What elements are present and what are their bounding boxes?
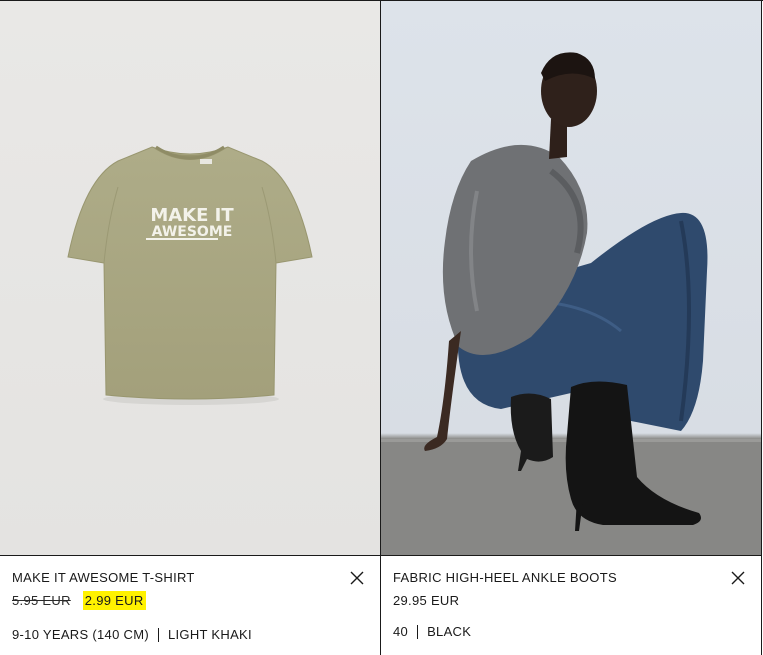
product-name[interactable]: MAKE IT AWESOME T-SHIRT bbox=[12, 570, 368, 586]
product-info-boots: FABRIC HIGH-HEEL ANKLE BOOTS 29.95 EUR 4… bbox=[381, 556, 761, 655]
product-size: 9-10 YEARS (140 CM) bbox=[12, 627, 149, 642]
product-info-tshirt: MAKE IT AWESOME T-SHIRT 5.95 EUR 2.99 EU… bbox=[0, 556, 380, 655]
price-original: 5.95 EUR bbox=[12, 592, 71, 608]
price-row: 29.95 EUR bbox=[393, 589, 749, 611]
remove-item-button[interactable] bbox=[731, 571, 745, 585]
variant-divider bbox=[417, 624, 419, 639]
product-size: 40 bbox=[393, 624, 409, 639]
product-grid: MAKE IT AWESOME MAKE IT AWESOME T-SHIRT … bbox=[0, 0, 763, 655]
product-name[interactable]: FABRIC HIGH-HEEL ANKLE BOOTS bbox=[393, 570, 749, 586]
price-current: 29.95 EUR bbox=[393, 592, 460, 608]
product-card-tshirt[interactable]: MAKE IT AWESOME MAKE IT AWESOME T-SHIRT … bbox=[0, 1, 381, 655]
close-icon bbox=[350, 571, 364, 585]
model-boots-image bbox=[381, 52, 761, 555]
product-color: LIGHT KHAKI bbox=[167, 627, 252, 642]
price-row: 5.95 EUR 2.99 EUR bbox=[12, 589, 368, 611]
shirt-print-line2: AWESOME bbox=[152, 224, 233, 240]
remove-item-button[interactable] bbox=[350, 571, 364, 585]
product-variant: 9-10 YEARS (140 CM) LIGHT KHAKI bbox=[12, 627, 252, 642]
product-variant: 40 BLACK bbox=[393, 624, 471, 639]
tshirt-image: MAKE IT AWESOME bbox=[67, 145, 313, 405]
product-color: BLACK bbox=[427, 624, 472, 639]
close-icon bbox=[731, 571, 745, 585]
price-sale: 2.99 EUR bbox=[82, 590, 146, 610]
product-image-boots[interactable] bbox=[381, 1, 761, 556]
product-image-tshirt[interactable]: MAKE IT AWESOME bbox=[0, 1, 380, 556]
shirt-print-line1: MAKE IT bbox=[150, 205, 234, 226]
product-card-boots[interactable]: FABRIC HIGH-HEEL ANKLE BOOTS 29.95 EUR 4… bbox=[381, 1, 762, 655]
variant-divider bbox=[157, 627, 159, 642]
